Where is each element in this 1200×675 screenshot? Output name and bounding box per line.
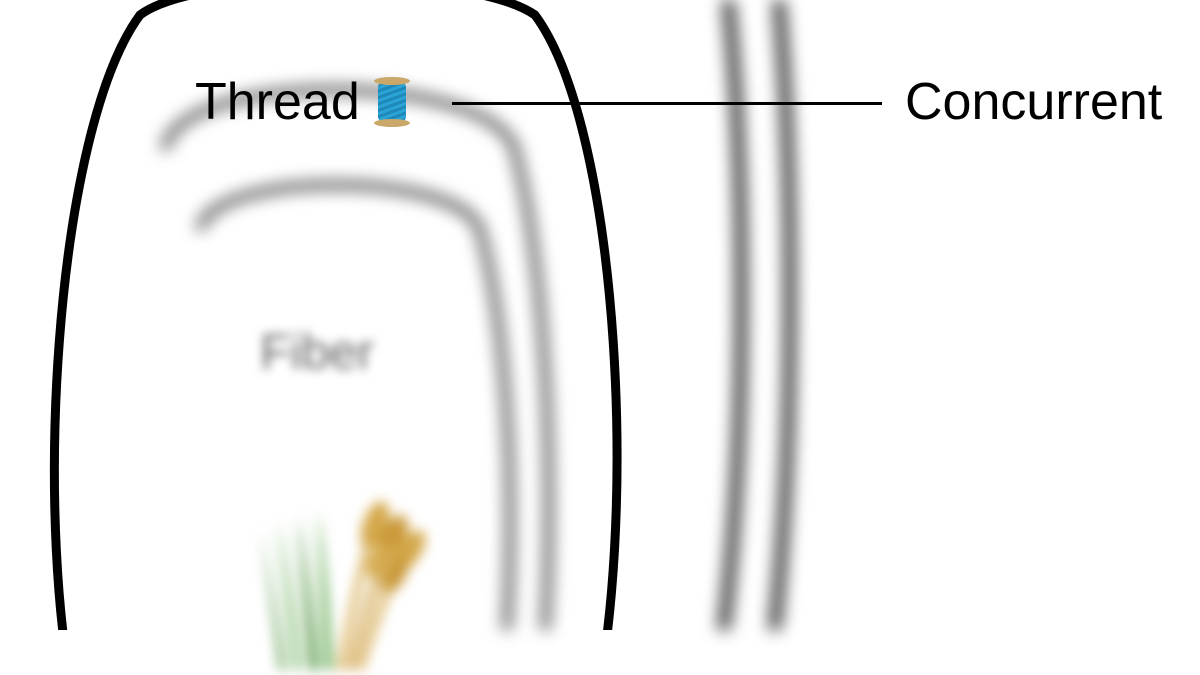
thread-spool-icon: [370, 77, 414, 127]
thread-label: Thread: [195, 72, 360, 132]
connector-line: [452, 102, 882, 105]
thread-label-group: Thread: [195, 72, 414, 132]
concurrent-label: Concurrent: [905, 72, 1162, 132]
diagram-sharp-layer: Thread Concurrent: [0, 0, 1200, 630]
